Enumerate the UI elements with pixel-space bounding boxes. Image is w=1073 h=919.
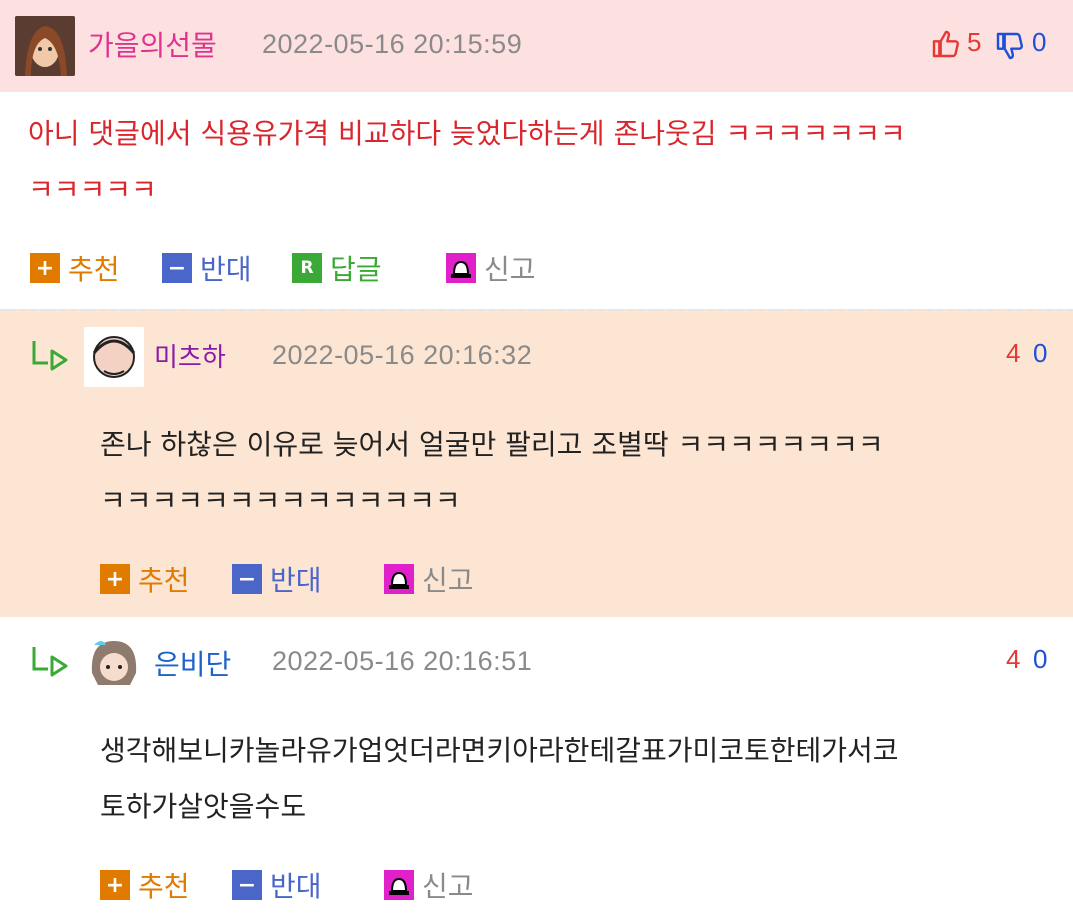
comment-datetime: 2022-05-16 20:15:59 bbox=[262, 29, 523, 59]
thumbs-up-icon[interactable] bbox=[930, 28, 962, 64]
oppose-label: 반대 bbox=[200, 253, 252, 286]
reply-comment-1: 미츠하 2022-05-16 20:16:32 4 0 존나 하찮은 이유로 늦… bbox=[0, 309, 1073, 619]
oppose-button[interactable]: − 반대 bbox=[232, 865, 322, 905]
user-avatar[interactable] bbox=[84, 327, 144, 387]
plus-icon: + bbox=[100, 564, 130, 594]
user-avatar[interactable] bbox=[84, 633, 144, 693]
minus-icon: − bbox=[232, 870, 262, 900]
comment-datetime: 2022-05-16 20:16:32 bbox=[272, 340, 533, 370]
comment-text-line: 토하가살앗을수도 bbox=[100, 790, 307, 823]
siren-icon bbox=[384, 870, 414, 900]
reply-comment-2: 은비단 2022-05-16 20:16:51 4 0 생각해보니카놀라유가업엇… bbox=[0, 617, 1073, 919]
report-button[interactable]: 신고 bbox=[384, 559, 474, 599]
down-vote-count: 0 bbox=[1032, 27, 1047, 57]
thumbs-down-icon[interactable] bbox=[994, 30, 1026, 66]
siren-icon bbox=[384, 564, 414, 594]
avatar-sketch-icon bbox=[84, 327, 144, 387]
oppose-label: 반대 bbox=[270, 870, 322, 903]
comment-text: 생각해보니카놀라유가업엇더라면키아라한테갈표가미코토한테가서코 토하가살앗을수도 bbox=[100, 723, 1060, 835]
report-button[interactable]: 신고 bbox=[384, 865, 474, 905]
comment-header: 가을의선물 2022-05-16 20:15:59 5 0 bbox=[0, 0, 1073, 92]
comment-text-line: 존나 하찮은 이유로 늦어서 얼굴만 팔리고 조별딱 ㅋㅋㅋㅋㅋㅋㅋㅋ bbox=[100, 428, 884, 461]
up-vote-count: 4 bbox=[1006, 644, 1021, 674]
reply-arrow-icon bbox=[30, 339, 70, 375]
comment-text-line: 생각해보니카놀라유가업엇더라면키아라한테갈표가미코토한테가서코 bbox=[100, 734, 899, 767]
up-vote-count: 4 bbox=[1006, 338, 1021, 368]
report-label: 신고 bbox=[422, 564, 474, 597]
down-vote-count: 0 bbox=[1033, 644, 1048, 674]
comment-1: 가을의선물 2022-05-16 20:15:59 5 0 아니 댓글에서 식용… bbox=[0, 0, 1073, 307]
report-label: 신고 bbox=[484, 253, 536, 286]
comment-datetime: 2022-05-16 20:16:51 bbox=[272, 646, 533, 676]
plus-icon: + bbox=[100, 870, 130, 900]
down-vote-count: 0 bbox=[1033, 338, 1048, 368]
recommend-label: 추천 bbox=[138, 870, 190, 903]
minus-icon: − bbox=[232, 564, 262, 594]
recommend-label: 추천 bbox=[68, 253, 120, 286]
recommend-label: 추천 bbox=[138, 564, 190, 597]
comment-text-line: ㅋㅋㅋㅋㅋ bbox=[28, 173, 157, 206]
comment-text-line: 아니 댓글에서 식용유가격 비교하다 늦었다하는게 존나웃김 ㅋㅋㅋㅋㅋㅋㅋ bbox=[28, 117, 906, 150]
nickname[interactable]: 가을의선물 bbox=[88, 24, 217, 64]
avatar-chibi-icon bbox=[84, 633, 144, 693]
minus-icon: − bbox=[162, 253, 192, 283]
reply-badge-icon: R bbox=[292, 253, 322, 283]
siren-icon bbox=[446, 253, 476, 283]
oppose-label: 반대 bbox=[270, 564, 322, 597]
oppose-button[interactable]: − 반대 bbox=[232, 559, 322, 599]
plus-icon: + bbox=[30, 253, 60, 283]
reply-button[interactable]: R 답글 bbox=[292, 248, 382, 288]
comment-text-line: ㅋㅋㅋㅋㅋㅋㅋㅋㅋㅋㅋㅋㅋㅋ bbox=[100, 484, 461, 517]
recommend-button[interactable]: + 추천 bbox=[100, 559, 190, 599]
reply-label: 답글 bbox=[330, 253, 382, 286]
avatar-portrait-icon bbox=[15, 16, 75, 76]
user-avatar[interactable] bbox=[15, 16, 75, 76]
reply-arrow-icon bbox=[30, 645, 70, 681]
comment-text: 아니 댓글에서 식용유가격 비교하다 늦었다하는게 존나웃김 ㅋㅋㅋㅋㅋㅋㅋ ㅋ… bbox=[28, 106, 1068, 218]
report-button[interactable]: 신고 bbox=[446, 248, 536, 288]
nickname[interactable]: 은비단 bbox=[154, 643, 231, 683]
nickname[interactable]: 미츠하 bbox=[154, 337, 226, 374]
up-vote-count: 5 bbox=[967, 27, 982, 57]
recommend-button[interactable]: + 추천 bbox=[100, 865, 190, 905]
oppose-button[interactable]: − 반대 bbox=[162, 248, 252, 288]
recommend-button[interactable]: + 추천 bbox=[30, 248, 120, 288]
report-label: 신고 bbox=[422, 870, 474, 903]
comment-text: 존나 하찮은 이유로 늦어서 얼굴만 팔리고 조별딱 ㅋㅋㅋㅋㅋㅋㅋㅋ ㅋㅋㅋㅋ… bbox=[100, 417, 1060, 529]
